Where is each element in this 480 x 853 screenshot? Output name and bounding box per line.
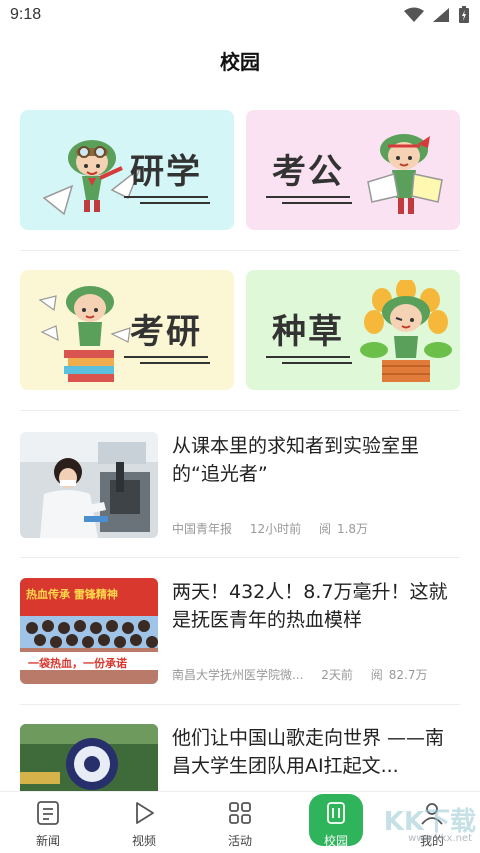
news-meta: 南昌大学抚州医学院微... 2天前 阅 82.7万 — [172, 666, 442, 683]
category-card-kaoyan[interactable]: 考研 — [20, 270, 234, 390]
play-icon — [136, 802, 154, 824]
divider-line — [124, 196, 208, 198]
divider-line — [282, 362, 352, 364]
news-meta: 中国青年报 12小时前 阅 1.8万 — [172, 520, 382, 537]
news-reads: 1.8万 — [336, 522, 369, 536]
divider-line — [282, 202, 352, 204]
news-time: 12小时前 — [249, 522, 302, 536]
tab-label: 视频 — [131, 834, 156, 848]
news-title: 两天！432人！8.7万毫升！这就是抚医青年的热血模样 — [172, 581, 448, 631]
watermark-url: www.kkx.net — [408, 833, 472, 844]
category-card-yanxue[interactable]: 研学 — [20, 110, 234, 230]
section-divider — [20, 250, 460, 251]
divider-line — [124, 356, 208, 358]
divider-line — [140, 202, 210, 204]
category-label: 考研 — [130, 312, 202, 352]
divider-line — [140, 362, 210, 364]
lab-photo-image — [20, 432, 158, 538]
news-time: 2天前 — [321, 668, 353, 682]
watermark: KK下载 www.kkx.net — [356, 797, 476, 847]
mascot-books-icon — [38, 286, 131, 382]
news-icon — [37, 801, 59, 825]
tab-activity[interactable]: 活动 — [210, 800, 270, 849]
mascot-sunflower-icon — [360, 280, 452, 382]
news-item[interactable]: 从课本里的求知者到实验室里的“追光者” 中国青年报 12小时前 阅 1.8万 — [20, 432, 460, 540]
news-reads-label: 阅 — [370, 668, 383, 682]
tab-video[interactable]: 视频 — [114, 800, 174, 849]
section-divider — [20, 557, 460, 558]
category-card-zhongcao[interactable]: 种草 — [246, 270, 460, 390]
divider-line — [266, 356, 350, 358]
news-thumbnail: 热血传承 雷锋精神 一袋热血，一份承诺 — [20, 578, 158, 684]
wifi-icon — [404, 7, 424, 22]
news-title: 从课本里的求知者到实验室里的“追光者” — [172, 435, 420, 485]
status-bar: 9:18 — [0, 0, 480, 32]
news-source: 南昌大学抚州医学院微... — [172, 668, 304, 682]
news-reads: 82.7万 — [388, 668, 428, 682]
battery-icon — [459, 6, 469, 23]
tab-label: 活动 — [227, 834, 252, 848]
tab-label: 新闻 — [35, 834, 60, 848]
signal-icon — [433, 8, 449, 22]
category-label: 考公 — [272, 152, 344, 192]
banner-slogan: 一袋热血，一份承诺 — [28, 657, 127, 670]
section-divider — [20, 704, 460, 705]
news-reads-label: 阅 — [318, 522, 331, 536]
status-icons — [404, 6, 470, 24]
mascot-reader-icon — [367, 134, 443, 214]
banner-heading: 热血传承 雷锋精神 — [26, 588, 118, 601]
category-label: 种草 — [272, 312, 344, 352]
section-divider — [20, 410, 460, 411]
tab-news[interactable]: 新闻 — [18, 800, 78, 849]
category-card-kaogong[interactable]: 考公 — [246, 110, 460, 230]
news-item[interactable]: 热血传承 雷锋精神 一袋热血，一份承诺 两天！432人！8.7万毫升！这就是抚医… — [20, 578, 460, 686]
grid-icon — [229, 802, 251, 824]
news-source: 中国青年报 — [172, 522, 233, 536]
news-thumbnail — [20, 432, 158, 538]
divider-line — [266, 196, 350, 198]
news-title: 他们让中国山歌走向世界 ——南昌大学生团队用AI扛起文... — [172, 727, 445, 777]
mascot-pilot-icon — [42, 140, 142, 216]
campus-icon — [327, 802, 345, 824]
category-label: 研学 — [130, 152, 202, 192]
status-time: 9:18 — [10, 6, 42, 23]
page-title: 校园 — [220, 50, 260, 74]
